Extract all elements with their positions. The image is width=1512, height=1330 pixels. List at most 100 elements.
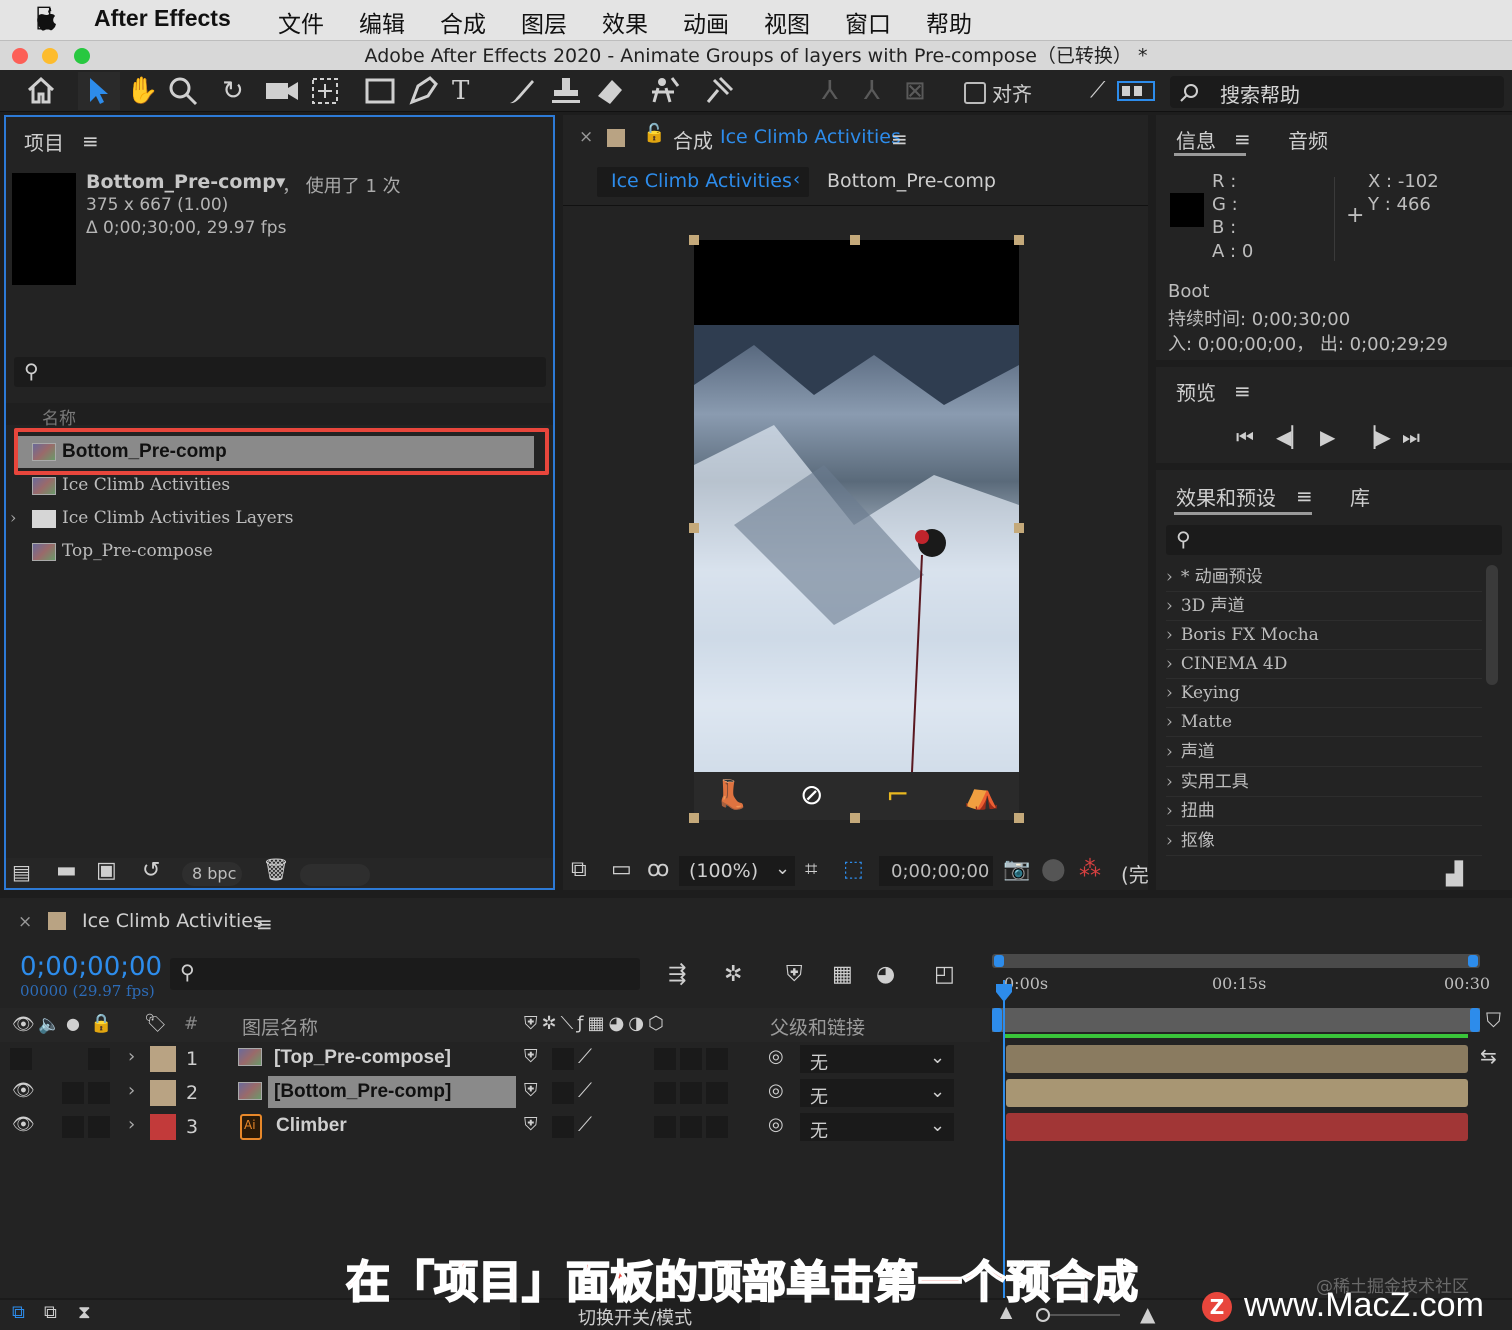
lock-toggle[interactable]	[88, 1082, 110, 1104]
bpc-button[interactable]: 8 bpc	[182, 862, 242, 886]
snap-checkbox[interactable]	[964, 82, 986, 104]
quality-toggle[interactable]	[552, 1048, 574, 1070]
effect-category[interactable]: › CINEMA 4D	[1166, 650, 1482, 679]
parent-dropdown[interactable]: 无 ⌄	[800, 1079, 954, 1108]
effect-category[interactable]: › Matte	[1166, 708, 1482, 737]
new-folder-icon[interactable]: ▬	[56, 858, 77, 883]
effect-category[interactable]: › 抠像	[1166, 827, 1482, 856]
timeline-tab-title[interactable]: Ice Climb Activities	[82, 910, 263, 932]
layer-label-swatch[interactable]	[150, 1080, 176, 1106]
pick-whip-icon[interactable]: ◎	[768, 1046, 784, 1067]
solo-toggle[interactable]	[62, 1116, 84, 1138]
eye-icon[interactable]: 👁	[12, 1114, 35, 1135]
time-navigator[interactable]	[992, 954, 1480, 968]
previous-frame-icon[interactable]: ◀▏	[1276, 425, 1307, 449]
layer-name[interactable]: [Bottom_Pre-comp]	[274, 1081, 451, 1103]
zoom-slider-track[interactable]	[1050, 1314, 1120, 1316]
selected-item-name[interactable]: Bottom_Pre-comp▾	[86, 171, 285, 193]
collapse-transform-icon[interactable]: ⛨	[524, 1046, 538, 1067]
transform-handle[interactable]	[1014, 235, 1024, 245]
axis-local-icon[interactable]: ⅄	[822, 74, 838, 108]
comp-nav-tab-active[interactable]: Ice Climb Activities ‹	[597, 167, 809, 197]
menu-window[interactable]: 窗口	[845, 5, 891, 39]
layer-row-3[interactable]: 👁 › 3 Ai Climber ⛨ ⟋ ◎ 无 ⌄	[0, 1110, 1512, 1144]
search-help-field[interactable]: 搜索帮助	[1170, 76, 1504, 108]
layer-duration-bar[interactable]	[1006, 1113, 1468, 1141]
effect-category[interactable]: › 实用工具	[1166, 768, 1482, 797]
project-settings-icon[interactable]: ↺	[142, 858, 160, 883]
chevron-right-icon[interactable]: ›	[128, 1046, 135, 1067]
chevron-right-icon[interactable]: ›	[128, 1114, 135, 1135]
collapse-transform-icon[interactable]: ⛨	[524, 1080, 538, 1101]
close-window-button[interactable]	[12, 48, 28, 64]
tab-audio[interactable]: 音频	[1288, 125, 1328, 154]
project-panel-menu-icon[interactable]: ≡	[82, 129, 99, 153]
transform-handle[interactable]	[689, 523, 699, 533]
transfer-controls-icon[interactable]: ⧉	[44, 1302, 57, 1323]
shy-layers-icon[interactable]: ⛨	[786, 962, 803, 987]
info-menu-icon[interactable]: ≡	[1234, 127, 1251, 151]
switch-box[interactable]	[706, 1048, 728, 1070]
tab-effects-presets[interactable]: 效果和预设	[1176, 482, 1276, 511]
home-icon[interactable]	[26, 76, 56, 104]
quality-icon[interactable]: ⟋	[578, 1044, 592, 1068]
hand-tool-icon[interactable]: ✋	[126, 74, 158, 108]
eye-icon[interactable]: 👁	[12, 1080, 35, 1101]
rotate-tool-icon[interactable]: ↻	[222, 74, 244, 108]
menu-edit[interactable]: 编辑	[359, 5, 405, 39]
pen-tool-icon[interactable]	[408, 74, 440, 106]
preview-menu-icon[interactable]: ≡	[1234, 379, 1251, 403]
draft-3d-icon[interactable]: ✲	[724, 962, 742, 987]
workspace-icon[interactable]	[1116, 78, 1156, 104]
comp-nav-tab-other[interactable]: Bottom_Pre-comp	[827, 170, 996, 192]
pick-whip-icon[interactable]: ◎	[768, 1080, 784, 1101]
layer-duration-bar[interactable]	[1006, 1079, 1468, 1107]
mask-view-icon[interactable]: ꝏ	[647, 857, 669, 882]
effects-menu-icon[interactable]: ≡	[1296, 484, 1313, 508]
switch-box[interactable]	[680, 1048, 702, 1070]
scrollbar[interactable]	[1486, 565, 1498, 685]
axis-world-icon[interactable]: ⅄	[864, 74, 880, 108]
tab-info[interactable]: 信息	[1176, 125, 1216, 154]
transform-handle[interactable]	[689, 235, 699, 245]
axis-view-icon[interactable]: ⊠	[904, 74, 926, 108]
effect-category[interactable]: › 扭曲	[1166, 797, 1482, 826]
layer-duration-bar[interactable]	[1006, 1045, 1468, 1073]
work-area-end-handle[interactable]	[1470, 1008, 1480, 1032]
composition-mini-flowchart-icon[interactable]: ⇶	[668, 962, 686, 987]
effect-category[interactable]: › Boris FX Mocha	[1166, 621, 1482, 650]
lock-icon[interactable]: 🔓	[643, 123, 665, 144]
eraser-tool-icon[interactable]	[594, 76, 626, 106]
layer-switches-icon[interactable]: ⧉	[12, 1302, 25, 1323]
first-frame-icon[interactable]: ⏮	[1236, 425, 1254, 449]
column-name-header[interactable]: 名称	[42, 404, 76, 429]
eye-icon[interactable]: 👁	[12, 1014, 35, 1035]
quality-toggle[interactable]	[552, 1082, 574, 1104]
layer-name[interactable]: [Top_Pre-compose]	[274, 1047, 451, 1069]
layer-name[interactable]: Climber	[276, 1115, 347, 1137]
layer-row-1[interactable]: › 1 [Top_Pre-compose] ⛨ ⟋ ◎ 无 ⌄	[0, 1042, 1512, 1076]
transform-handle[interactable]	[1014, 813, 1024, 823]
snap-options-icon[interactable]: ⟋	[1090, 74, 1105, 108]
clone-stamp-tool-icon[interactable]	[550, 76, 582, 106]
comp-marker-bin-icon[interactable]: ⛉	[1486, 1008, 1501, 1032]
monitor-icon[interactable]: ▭	[611, 857, 632, 882]
effect-category[interactable]: › Keying	[1166, 679, 1482, 708]
snapshot-camera-icon[interactable]: 📷	[1003, 857, 1030, 882]
menu-animation[interactable]: 动画	[683, 5, 729, 39]
project-panel-title[interactable]: 项目	[24, 127, 64, 156]
switch-box[interactable]	[654, 1082, 676, 1104]
interpret-footage-icon[interactable]: ▤	[12, 860, 31, 884]
always-preview-icon[interactable]: ⧉	[571, 857, 587, 882]
video-toggle[interactable]	[10, 1048, 32, 1070]
parent-dropdown[interactable]: 无 ⌄	[800, 1113, 954, 1142]
switch-box[interactable]	[654, 1048, 676, 1070]
apple-logo-icon[interactable]	[34, 6, 60, 34]
menu-file[interactable]: 文件	[278, 5, 324, 39]
column-layer-name-header[interactable]: 图层名称	[242, 1013, 318, 1040]
project-search-input[interactable]: ⚲	[14, 357, 546, 387]
menu-view[interactable]: 视图	[764, 5, 810, 39]
switch-box[interactable]	[706, 1082, 728, 1104]
timeline-menu-icon[interactable]: ≡	[256, 912, 273, 936]
menu-composition[interactable]: 合成	[440, 5, 486, 39]
